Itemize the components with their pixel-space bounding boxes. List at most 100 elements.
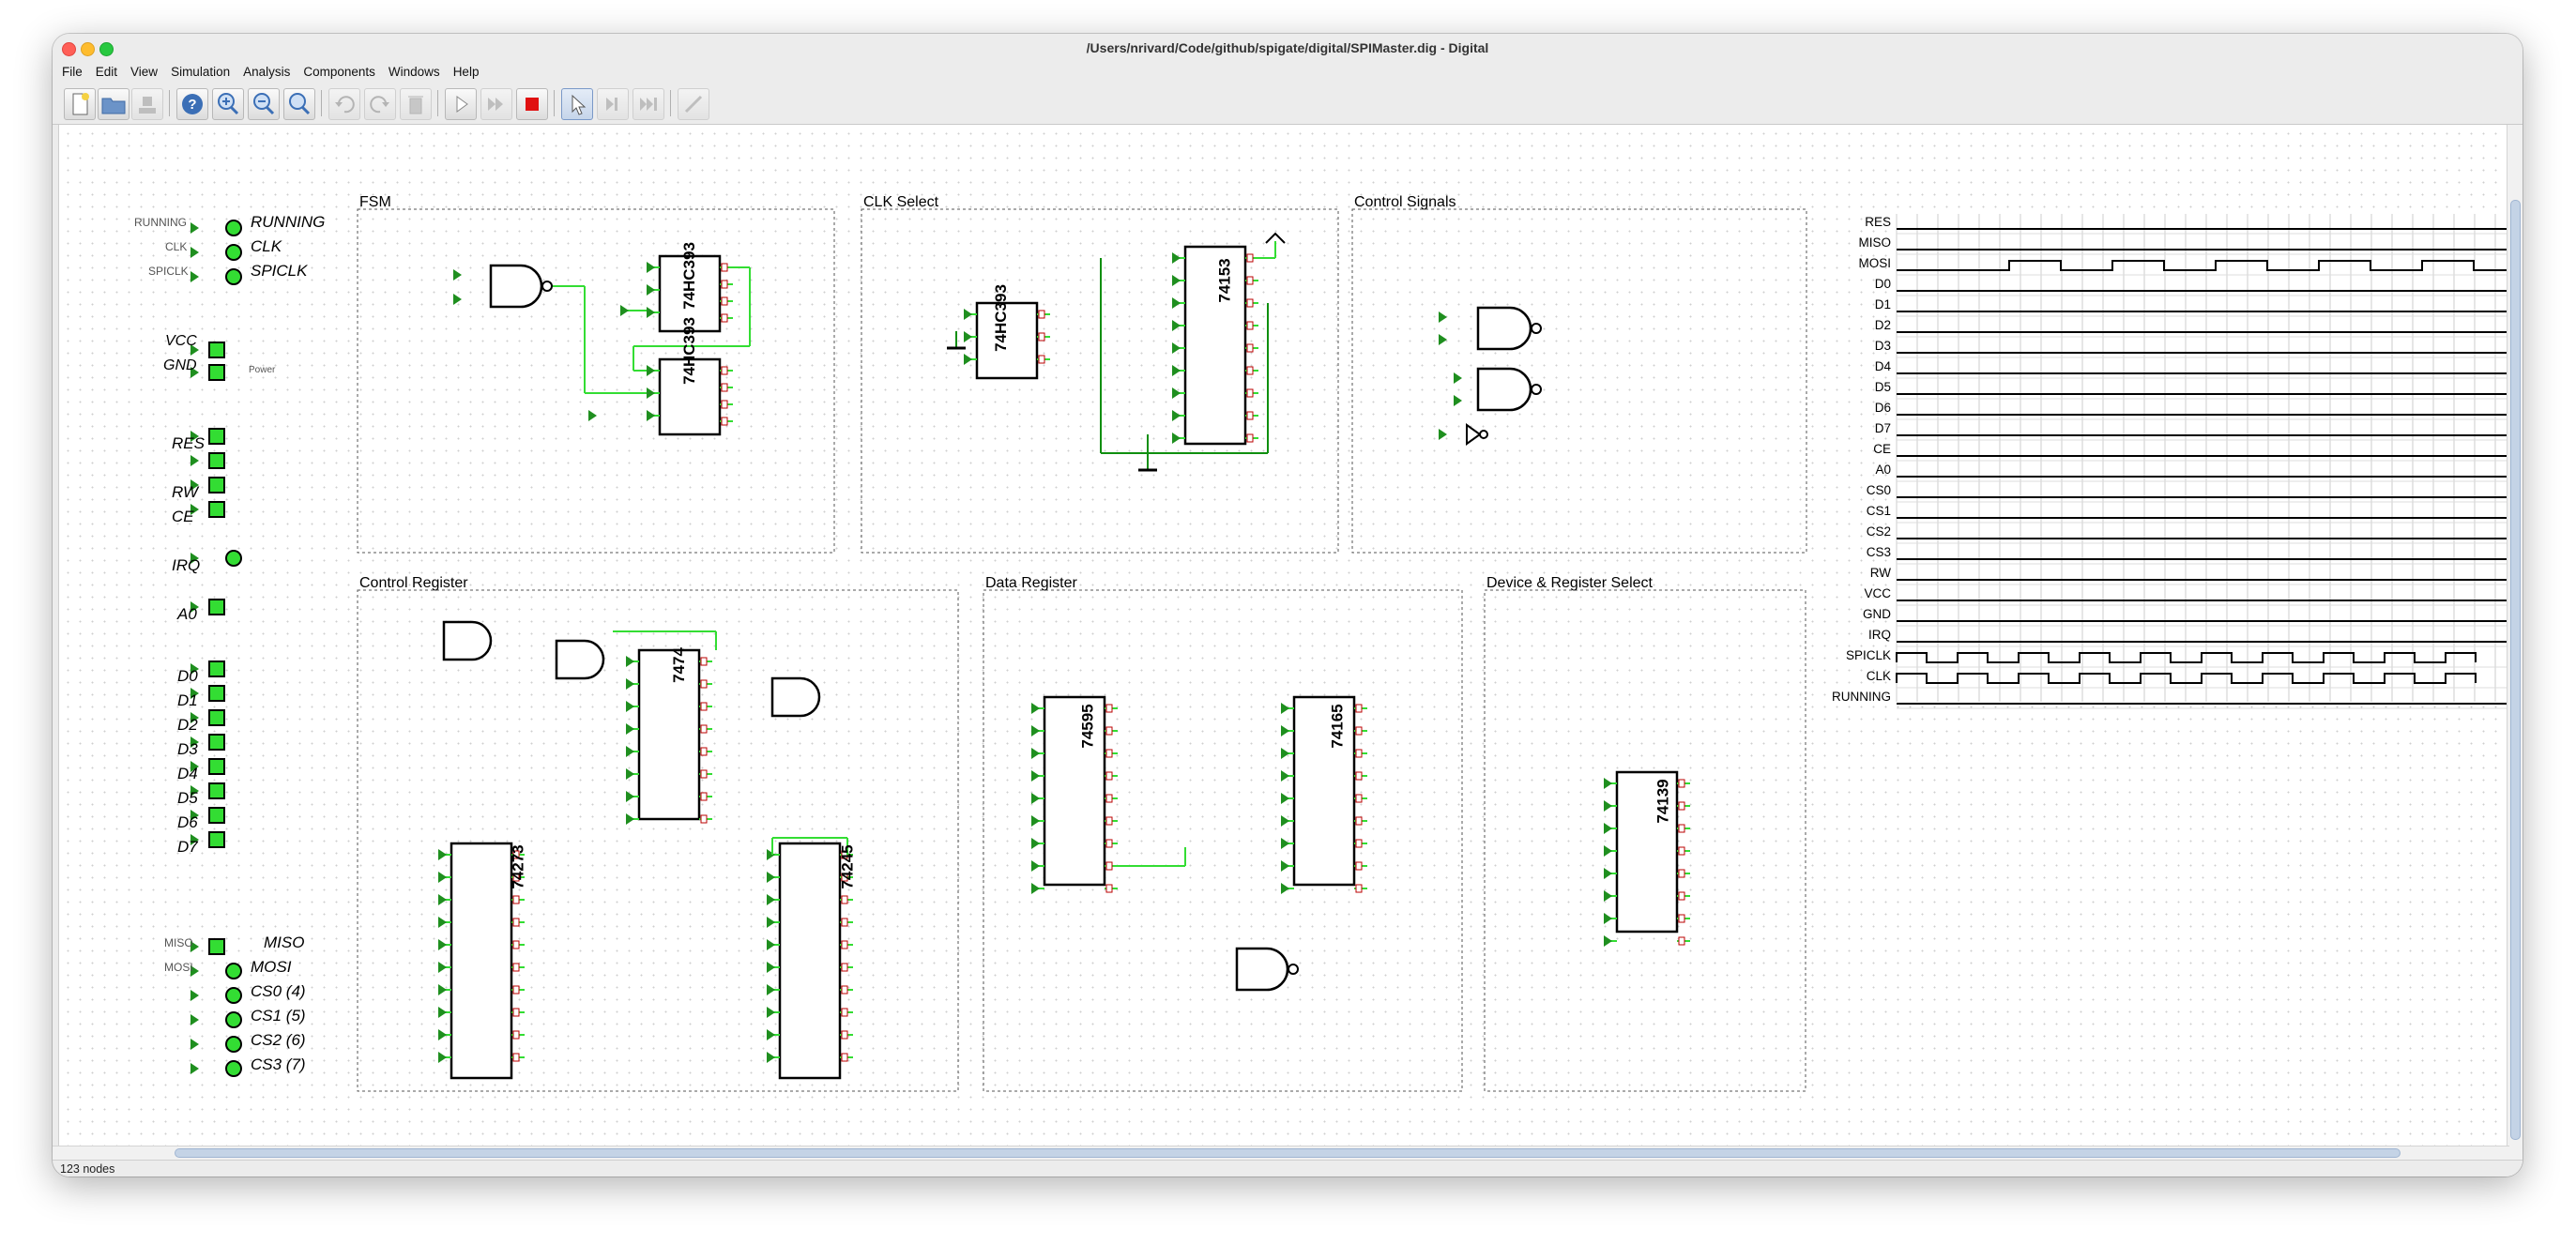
help-icon: ?	[182, 94, 203, 114]
horizontal-scrollbar[interactable]	[53, 1146, 2509, 1160]
step-forward-button[interactable]	[633, 88, 664, 120]
running-input-label: RUNNING	[134, 216, 187, 229]
zoom-out-button[interactable]	[248, 88, 280, 120]
undo-icon	[335, 96, 355, 114]
zoom-in-button[interactable]	[212, 88, 244, 120]
input-pin-marker	[964, 354, 972, 365]
fast-forward-button[interactable]	[480, 88, 512, 120]
pin-rw-label: RW	[172, 483, 199, 501]
output-pin	[721, 400, 728, 409]
delete-icon	[408, 96, 423, 114]
timing-label-d7: D7	[1874, 421, 1891, 435]
spiclk-output-label: SPICLK	[251, 262, 308, 280]
nand-bubble	[1531, 323, 1542, 334]
save-button[interactable]	[131, 88, 163, 120]
pin-a0-label: A0	[177, 605, 197, 623]
pin-ce-label: CE	[172, 508, 194, 525]
pin-d1-label: D1	[177, 691, 198, 709]
menu-help[interactable]: Help	[447, 63, 486, 81]
menu-windows[interactable]: Windows	[382, 63, 447, 81]
input-pin-marker	[191, 247, 199, 258]
input-pin-marker	[438, 1052, 447, 1063]
menu-view[interactable]: View	[124, 63, 164, 81]
stop-button[interactable]	[516, 88, 548, 120]
timing-label-d2: D2	[1874, 318, 1891, 332]
output-pin	[1678, 914, 1685, 923]
menu-file[interactable]: File	[55, 63, 89, 81]
output-pin	[512, 918, 520, 927]
new-file-icon	[72, 93, 89, 115]
input-pin-marker	[964, 331, 972, 342]
input-pin-marker	[1172, 410, 1181, 421]
output-pin	[700, 747, 708, 756]
input-pin-marker	[767, 894, 775, 905]
pointer-tool-button[interactable]	[561, 88, 593, 120]
output-pin	[1105, 749, 1113, 758]
undo-button[interactable]	[328, 88, 360, 120]
nand-gate	[1235, 947, 1289, 992]
input-pin-marker	[1439, 311, 1447, 323]
menu-analysis[interactable]: Analysis	[236, 63, 297, 81]
timing-label-irq: IRQ	[1867, 628, 1891, 642]
input-pin-marker	[438, 894, 447, 905]
step-button[interactable]	[597, 88, 629, 120]
input-pin-marker	[438, 872, 447, 883]
redo-button[interactable]	[364, 88, 396, 120]
output-pin	[841, 1030, 848, 1040]
pin-d6-label: D6	[177, 813, 198, 831]
horizontal-scroll-thumb[interactable]	[175, 1148, 2401, 1158]
redo-icon	[370, 96, 389, 114]
input-pin-marker	[767, 849, 775, 860]
output-pin	[721, 313, 728, 323]
input-pin-marker	[626, 791, 634, 802]
input-pin-marker	[1604, 823, 1612, 834]
menu-components[interactable]: Components	[297, 63, 382, 81]
delete-button[interactable]	[400, 88, 432, 120]
start-icon	[456, 96, 468, 113]
vertical-scrollbar[interactable]	[2507, 125, 2523, 1177]
input-pin-marker	[1604, 778, 1612, 789]
clk-output-label: CLK	[251, 237, 282, 255]
group-title-clk-select: CLK Select	[863, 194, 939, 210]
status-text: 123 nodes	[60, 1162, 115, 1176]
zoom-fit-button[interactable]	[283, 88, 315, 120]
pin-d4-label: D4	[177, 765, 198, 782]
output-pin	[721, 263, 728, 272]
input-pin-marker	[191, 990, 199, 1001]
pin-res-label: RES	[172, 434, 205, 452]
save-icon	[139, 97, 156, 114]
input-pin-marker	[1172, 365, 1181, 376]
new-file-button[interactable]	[64, 88, 96, 120]
input-pin-marker	[964, 309, 972, 320]
and-gate	[555, 639, 605, 680]
open-button[interactable]	[98, 88, 130, 120]
timing-label-spiclk: SPICLK	[1845, 648, 1891, 662]
menu-simulation[interactable]: Simulation	[164, 63, 236, 81]
output-pin	[841, 1053, 848, 1062]
output-pin	[1105, 794, 1113, 803]
stop-icon	[526, 98, 539, 111]
output-pin	[700, 679, 708, 689]
cs0-output-label: CS0 (4)	[251, 982, 306, 1000]
menu-bar: File Edit View Simulation Analysis Components…	[53, 62, 2523, 83]
input-pin-marker	[1439, 429, 1447, 440]
input-pin-marker	[1172, 252, 1181, 264]
chip-74139: 74139	[1654, 779, 1672, 824]
output-pin	[700, 702, 708, 711]
chip-74595: 74595	[1078, 704, 1097, 749]
input-pin-marker	[1281, 793, 1289, 804]
input-pin-marker	[438, 939, 447, 950]
window-title: /Users/nrivard/Code/github/spigate/digit…	[1086, 40, 1489, 55]
input-pin-marker	[767, 939, 775, 950]
transceiver-chip	[778, 842, 842, 1080]
vertical-scroll-thumb[interactable]	[2510, 200, 2521, 1140]
help-button[interactable]: ?	[176, 88, 208, 120]
circuit-canvas[interactable]: FSM CLK Select Control Signals Control R…	[58, 125, 2516, 1177]
menu-edit[interactable]: Edit	[89, 63, 124, 81]
start-button[interactable]	[445, 88, 477, 120]
output-pin	[1678, 779, 1685, 788]
input-pin-marker	[1604, 913, 1612, 924]
timing-label-gnd: GND	[1863, 607, 1891, 621]
wire-tool-button[interactable]	[678, 88, 709, 120]
input-pin-marker	[647, 387, 655, 399]
